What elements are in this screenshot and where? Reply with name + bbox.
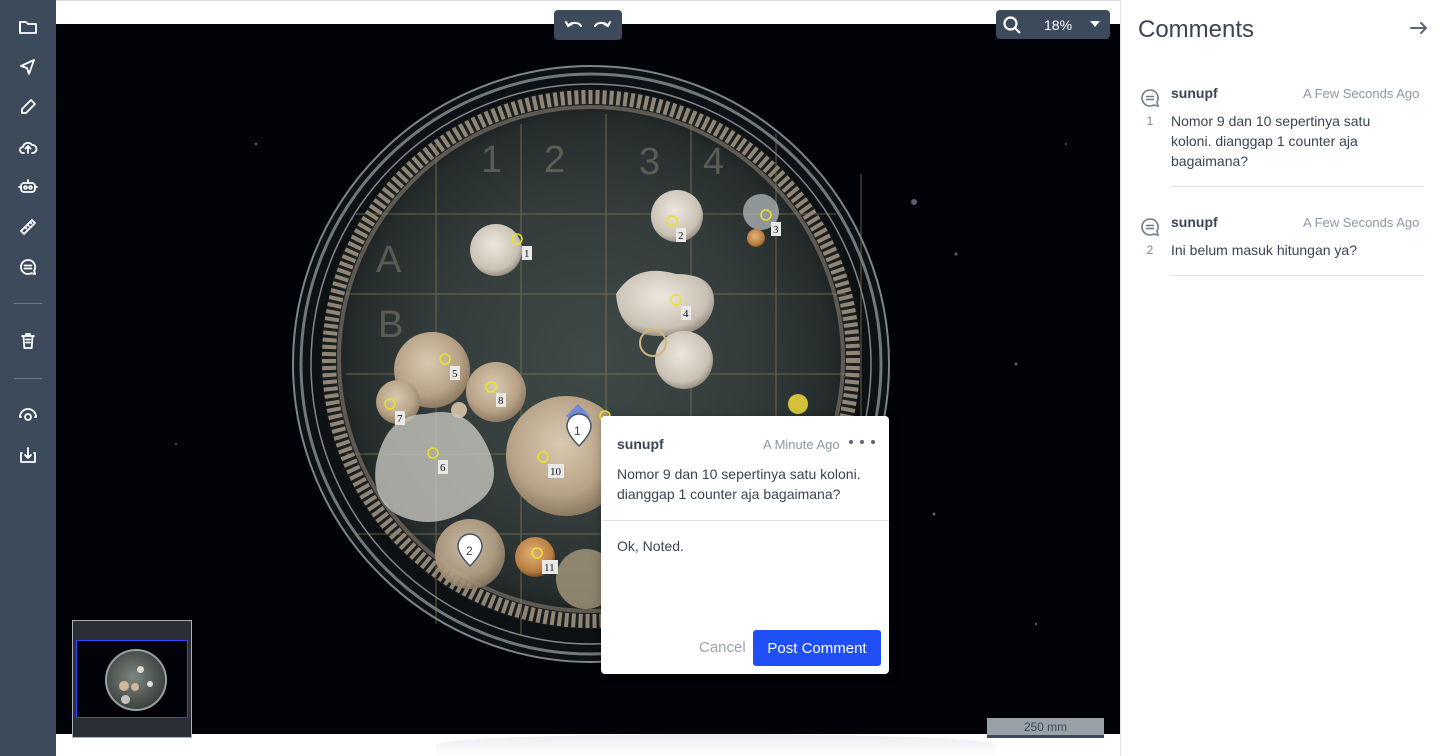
svg-text:1: 1 — [481, 139, 502, 181]
undo-redo-group — [554, 10, 622, 40]
image-canvas[interactable]: 1234 AB 1 2 3 4 5 6 7 8 10 11 1 2 — [56, 24, 1120, 734]
trash-icon[interactable] — [12, 325, 44, 357]
comment-number: 2 — [1146, 243, 1154, 257]
post-comment-button[interactable]: Post Comment — [753, 630, 881, 666]
scale-bar: 250 mm — [987, 718, 1104, 738]
select-arrow-icon[interactable] — [12, 51, 44, 83]
comment-marker-number: 2 — [466, 544, 473, 558]
popup-divider — [601, 520, 889, 521]
comment-author: sunupf — [1171, 85, 1218, 101]
zoom-value: 18% — [1044, 17, 1073, 33]
comment-divider — [1171, 186, 1424, 187]
chevron-down-icon[interactable] — [1090, 21, 1100, 27]
more-options-icon[interactable] — [849, 434, 875, 450]
collapse-arrow-icon[interactable] — [1409, 18, 1429, 38]
comment-icon — [1139, 216, 1161, 238]
ruler-icon[interactable] — [12, 211, 44, 243]
colony-label: 5 — [452, 368, 458, 380]
zoom-control[interactable]: 18% — [996, 10, 1110, 39]
panel-title: Comments — [1138, 16, 1255, 43]
comment-text: Nomor 9 dan 10 sepertinya satu koloni. d… — [1171, 113, 1371, 169]
comment-body: Nomor 9 dan 10 sepertinya satu koloni. d… — [617, 466, 861, 502]
colony-label: 4 — [683, 308, 689, 320]
svg-text:A: A — [376, 239, 402, 281]
search-icon[interactable] — [1002, 15, 1022, 35]
petri-dish-image: 1234 AB 1 2 3 4 5 6 7 8 10 11 1 2 — [175, 65, 1067, 663]
colony-label: 8 — [498, 395, 504, 407]
comment-text: Ini belum masuk hitungan ya? — [1171, 242, 1357, 258]
minimap-thumbnail — [105, 649, 167, 711]
svg-text:4: 4 — [703, 141, 724, 183]
colony-label: 3 — [773, 224, 779, 236]
comment-number: 1 — [1146, 114, 1154, 128]
eye-icon[interactable] — [12, 398, 44, 430]
cancel-button[interactable]: Cancel — [699, 639, 746, 656]
toolbar-divider — [14, 303, 42, 304]
comment-icon[interactable] — [12, 251, 44, 283]
toolbar-divider — [14, 378, 42, 379]
robot-icon[interactable] — [12, 171, 44, 203]
cloud-upload-icon[interactable] — [12, 131, 44, 163]
comment-author: sunupf — [1171, 214, 1218, 230]
app-root: 1234 AB 1 2 3 4 5 6 7 8 10 11 1 2 18% 25… — [0, 0, 1441, 756]
comment-author: sunupf — [617, 436, 664, 452]
colony-label: 11 — [544, 562, 555, 574]
pencil-icon[interactable] — [12, 91, 44, 123]
comment-time: A Few Seconds Ago — [1303, 215, 1420, 230]
colony-label: 10 — [550, 466, 562, 478]
colony-label: 7 — [397, 413, 403, 425]
colony-label: 1 — [524, 248, 530, 260]
comments-panel: Comments 1 sunupf A Few Seconds Ago Nomo… — [1120, 0, 1441, 756]
comment-popup: sunupf A Minute Ago Nomor 9 dan 10 seper… — [601, 416, 889, 674]
minimap-viewport[interactable] — [76, 640, 188, 718]
comment-time: A Few Seconds Ago — [1303, 86, 1420, 101]
undo-icon[interactable] — [562, 13, 586, 37]
comment-marker-number: 1 — [574, 424, 581, 438]
redo-icon[interactable] — [590, 13, 614, 37]
comment-icon — [1139, 87, 1161, 109]
comment-time: A Minute Ago — [763, 437, 840, 452]
colony-label: 2 — [678, 230, 684, 242]
svg-text:B: B — [378, 304, 403, 346]
left-toolbar — [0, 0, 56, 756]
download-icon[interactable] — [12, 439, 44, 471]
svg-text:3: 3 — [639, 141, 660, 183]
svg-text:2: 2 — [544, 139, 565, 181]
folder-icon[interactable] — [12, 11, 44, 43]
reply-input[interactable]: Ok, Noted. — [617, 538, 873, 628]
minimap[interactable] — [72, 620, 192, 738]
canvas-bottom-bar — [56, 734, 1120, 756]
comment-divider — [1171, 275, 1424, 276]
colony-label: 6 — [440, 462, 446, 474]
